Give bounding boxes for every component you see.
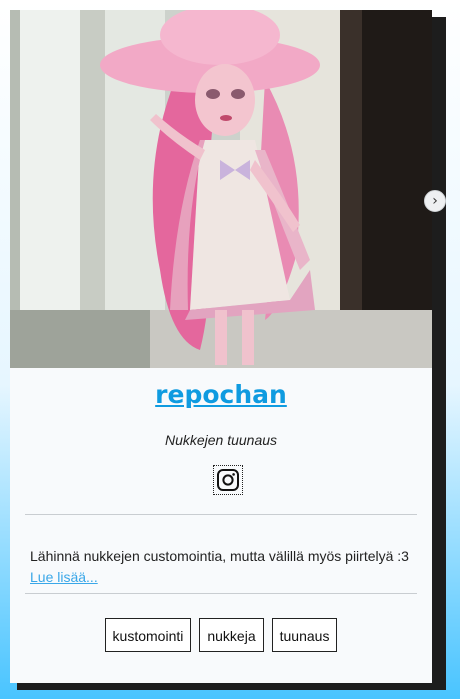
profile-card: repochan Nukkejen tuunaus Lähinnä nukkej… [10,10,432,683]
tag-list: kustomointi nukkeja tuunaus [10,618,432,652]
tag-kustomointi[interactable]: kustomointi [104,618,192,652]
doll-photo-illustration [10,10,432,368]
read-more-link[interactable]: Lue lisää... [30,569,98,585]
description-text: Lähinnä nukkejen customointia, mutta väl… [30,548,409,564]
instagram-icon[interactable] [213,465,243,495]
divider-top [25,514,417,515]
tag-nukkeja[interactable]: nukkeja [199,618,264,652]
profile-name-link[interactable]: repochan [10,380,432,409]
next-arrow-icon[interactable]: › [424,190,446,212]
profile-photo[interactable] [10,10,432,368]
profile-tagline: Nukkejen tuunaus [164,432,278,448]
tag-tuunaus[interactable]: tuunaus [271,618,338,652]
profile-description: Lähinnä nukkejen customointia, mutta väl… [30,546,420,588]
divider-bottom [25,593,417,594]
